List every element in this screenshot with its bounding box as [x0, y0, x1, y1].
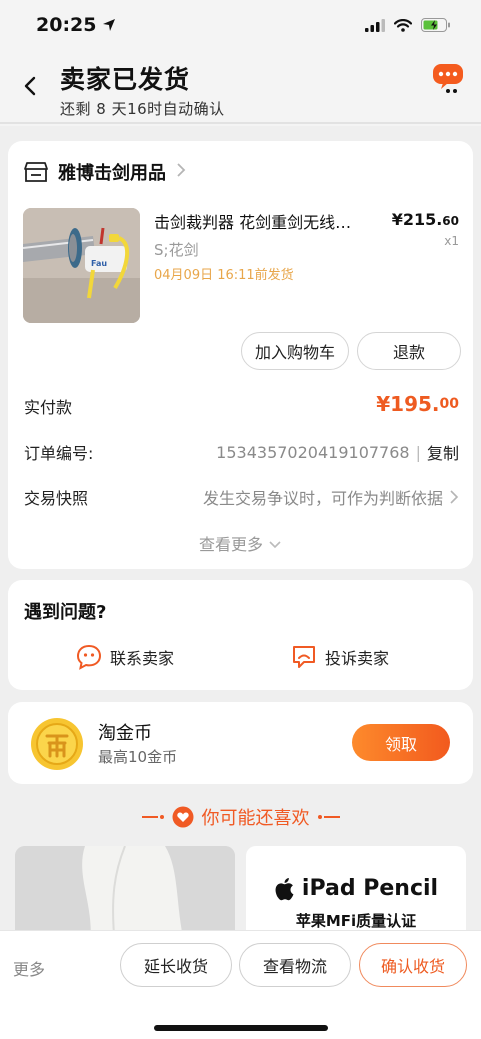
coin-subtitle: 最高10金币 — [98, 748, 178, 766]
apple-icon — [275, 877, 294, 900]
complain-seller-button[interactable]: 投诉卖家 — [291, 644, 389, 670]
order-card: 雅博击剑用品 Fau 击剑裁判器 花剑重剑无线… ¥215.60 S;花剑 x1… — [8, 141, 473, 569]
ship-time: 04月09日 16:11前发货 — [154, 268, 294, 283]
add-to-cart-button[interactable]: 加入购物车 — [241, 332, 349, 370]
view-logistics-button[interactable]: 查看物流 — [239, 943, 351, 987]
separator: | — [415, 442, 421, 462]
recommend-title: 你可能还喜欢 — [201, 808, 310, 829]
refund-button[interactable]: 退款 — [357, 332, 461, 370]
time-text: 20:25 — [36, 14, 97, 36]
chevron-down-icon — [269, 541, 281, 549]
more-button[interactable]: 更多 — [13, 956, 45, 980]
snapshot-link[interactable]: 发生交易争议时，可作为判断依据 — [203, 485, 459, 509]
divider-right — [317, 815, 340, 819]
order-number-row: 1534357020419107768 | 复制 — [216, 440, 459, 464]
message-button[interactable] — [431, 60, 465, 94]
problem-card: 遇到问题? 联系卖家 投诉卖家 — [8, 580, 473, 690]
ipad-subtitle: 苹果MFi质量认证 — [295, 912, 417, 930]
product-quantity: x1 — [444, 234, 459, 248]
product-image-label: Fau — [91, 259, 107, 268]
heart-icon — [172, 806, 193, 828]
status-icons — [365, 18, 451, 32]
order-number-label: 订单编号: — [24, 444, 94, 463]
coin-card: 淘金币 最高10金币 领取 — [8, 702, 473, 784]
shop-name: 雅博击剑用品 — [58, 163, 166, 184]
smile-chat-icon — [76, 644, 102, 670]
claim-button[interactable]: 领取 — [352, 724, 450, 761]
status-time: 20:25 — [36, 14, 116, 36]
chevron-right-icon — [450, 490, 459, 504]
back-icon — [24, 76, 36, 96]
problem-title: 遇到问题? — [24, 602, 107, 623]
paid-amount: ¥195. 00 — [376, 392, 459, 416]
copy-button[interactable]: 复制 — [427, 440, 459, 464]
extend-receipt-button[interactable]: 延长收货 — [120, 943, 232, 987]
product-price: ¥215.60 — [391, 210, 459, 229]
ipad-title: iPad Pencil — [246, 876, 466, 901]
coin-icon — [30, 717, 84, 771]
home-indicator — [154, 1025, 328, 1031]
header-divider — [0, 122, 481, 124]
recommend-header: 你可能还喜欢 — [0, 804, 481, 830]
divider-left — [141, 815, 164, 819]
contact-seller-button[interactable]: 联系卖家 — [76, 644, 174, 670]
bottom-action-bar: 更多 延长收货 查看物流 确认收货 — [0, 930, 481, 1039]
wifi-icon — [394, 18, 412, 32]
back-button[interactable] — [16, 72, 44, 100]
battery-icon — [421, 18, 450, 32]
store-icon — [24, 162, 48, 182]
shop-link[interactable]: 雅博击剑用品 — [24, 159, 186, 185]
location-arrow-icon — [103, 19, 116, 31]
message-icon — [433, 64, 463, 93]
auto-confirm-countdown: 还剩 8 天16时自动确认 — [60, 100, 225, 118]
coin-title: 淘金币 — [98, 723, 152, 744]
see-more-button[interactable]: 查看更多 — [8, 531, 473, 555]
order-header: 卖家已发货 还剩 8 天16时自动确认 — [0, 50, 481, 126]
status-bar: 20:25 — [0, 0, 481, 50]
complaint-chat-icon — [293, 646, 315, 668]
product-image[interactable]: Fau — [23, 208, 140, 323]
page-title: 卖家已发货 — [60, 65, 191, 94]
snapshot-value: 发生交易争议时，可作为判断依据 — [202, 489, 443, 508]
product-title[interactable]: 击剑裁判器 花剑重剑无线… — [154, 209, 384, 233]
snapshot-label: 交易快照 — [24, 489, 89, 508]
chevron-right-icon — [176, 162, 186, 183]
confirm-receipt-button[interactable]: 确认收货 — [359, 943, 467, 987]
product-sku: S;花剑 — [154, 241, 199, 259]
paid-label: 实付款 — [24, 398, 73, 417]
order-number: 1534357020419107768 — [216, 442, 410, 462]
signal-icon — [365, 18, 385, 32]
